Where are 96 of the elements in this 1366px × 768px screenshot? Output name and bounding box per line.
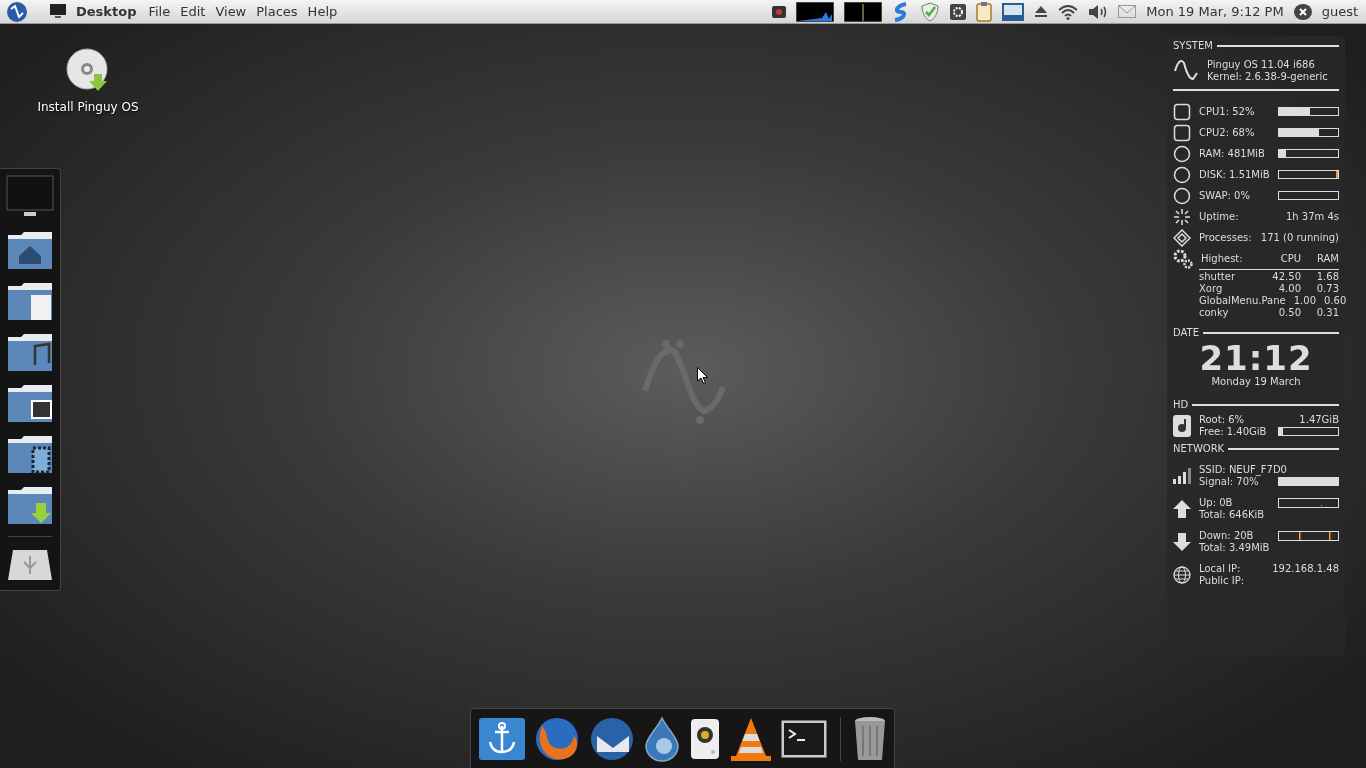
- process-name: conky: [1199, 307, 1230, 319]
- app-title: Desktop: [76, 4, 137, 19]
- monitor-icon: [50, 4, 66, 19]
- bird-envelope-icon[interactable]: [589, 715, 635, 762]
- table-cell-text: 0.50: [1277, 307, 1301, 319]
- clock[interactable]: Mon 19 Mar, 9:12 PM: [1146, 4, 1284, 19]
- pictures-folder-icon[interactable]: [7, 383, 53, 423]
- clipboard-icon[interactable]: [976, 1, 993, 22]
- signal-strength-icon: [1173, 467, 1191, 484]
- system-monitor-graph-icon[interactable]: [796, 1, 835, 22]
- monitor-icon[interactable]: [6, 175, 54, 219]
- process-name: GlobalMenu.Pane: [1199, 295, 1286, 307]
- ssid: SSID: NEUF_F7D0: [1199, 464, 1288, 475]
- stat-label: SWAP: 0%: [1199, 190, 1251, 201]
- window-icon[interactable]: [1002, 2, 1025, 21]
- desktop-icon-label[interactable]: Install Pinguy OS: [37, 100, 139, 114]
- trash-icon[interactable]: [854, 715, 886, 762]
- download-total: Total: 3.49MiB: [1199, 542, 1271, 553]
- menu-item[interactable]: Help: [307, 4, 338, 19]
- stat-label: Uptime:: [1199, 211, 1240, 222]
- anchor-icon[interactable]: [479, 717, 525, 760]
- stat-label: CPU2: 68%: [1199, 127, 1256, 138]
- terminal-icon[interactable]: [781, 719, 827, 758]
- date-text: Monday 19 March: [1211, 376, 1301, 387]
- menu-item[interactable]: Edit: [180, 4, 206, 19]
- stat-label: RAM: 481MiB: [1199, 148, 1266, 159]
- globe-icon: [1173, 565, 1191, 584]
- close-icon[interactable]: [1293, 3, 1312, 20]
- disk-usage-bar: [1278, 427, 1339, 436]
- eject-icon[interactable]: [1034, 4, 1049, 19]
- menu-item[interactable]: Places: [256, 4, 298, 19]
- videos-folder-icon[interactable]: [7, 434, 53, 474]
- table-cell: 1.00: [1293, 295, 1316, 307]
- download-speed: Down: 20B: [1199, 530, 1254, 541]
- home-folder-icon[interactable]: [7, 230, 53, 270]
- signal-strength: Signal: 70%: [1199, 476, 1259, 487]
- section-heading: DATE: [1173, 327, 1199, 338]
- disk-size: 1.47GiB: [1299, 414, 1339, 425]
- mouse-pointer-icon: [697, 367, 708, 384]
- stat-value: 1h 37m 4s: [1285, 211, 1339, 222]
- wifi-icon[interactable]: [1058, 3, 1079, 20]
- usage-bar: [1278, 170, 1339, 179]
- os-version: Pinguy OS 11.04 i686: [1207, 58, 1316, 70]
- stat-label: DISK: 1.51MiB: [1199, 169, 1270, 180]
- usage-bar: [1278, 149, 1339, 158]
- signal-bar: [1278, 477, 1339, 486]
- gears-icon: [1173, 248, 1193, 269]
- root-usage: Root: 6%: [1199, 414, 1245, 425]
- stat-label: Processes:: [1199, 232, 1253, 243]
- process-name: shutter: [1199, 271, 1236, 283]
- disc-download-icon[interactable]: [66, 48, 110, 92]
- table-header: CPU: [1279, 253, 1301, 264]
- menu-item[interactable]: File: [148, 4, 171, 19]
- app-menu-logo-icon[interactable]: [6, 0, 28, 23]
- table-header: Highest:: [1201, 253, 1244, 264]
- system-monitor-graph-icon[interactable]: [844, 1, 883, 22]
- clock-time: 21:12: [1199, 340, 1313, 376]
- table-cell-text: 0.31: [1315, 307, 1339, 319]
- menu-item[interactable]: View: [215, 4, 247, 19]
- table-cell-text: 1.68: [1315, 271, 1339, 283]
- up-arrow-icon: [1173, 499, 1191, 518]
- user-name[interactable]: guest: [1321, 4, 1358, 19]
- public-ip-label: Public IP:: [1199, 575, 1246, 586]
- usage-bar: [1278, 128, 1339, 137]
- settings-icon[interactable]: [950, 3, 967, 20]
- stat-label: CPU1: 52%: [1199, 106, 1256, 117]
- free-space: Free: 1.40GiB: [1199, 426, 1267, 437]
- documents-folder-icon[interactable]: [7, 281, 53, 321]
- section-heading: HD: [1173, 399, 1189, 410]
- local-ip-address: 192.168.1.48: [1272, 563, 1339, 574]
- upload-graph: [1278, 497, 1339, 508]
- section-heading: NETWORK: [1173, 443, 1225, 454]
- table-cell-text: 42.50: [1271, 271, 1301, 283]
- upload-speed: Up: 0B: [1199, 497, 1233, 508]
- uptime-icon: [1173, 207, 1191, 226]
- downloads-folder-icon[interactable]: [7, 485, 53, 525]
- table-header: RAM: [1316, 253, 1339, 264]
- water-drop-icon[interactable]: [644, 715, 680, 762]
- table-cell-text: 0.73: [1315, 283, 1339, 295]
- processes-icon: [1173, 228, 1191, 247]
- stat-value: 171 (0 running): [1260, 232, 1339, 243]
- speaker-icon[interactable]: [689, 716, 721, 761]
- usage-bar: [1278, 191, 1339, 200]
- volume-icon[interactable]: [1088, 3, 1109, 20]
- process-name: Xorg: [1199, 283, 1224, 295]
- upload-total: Total: 646KiB: [1199, 509, 1266, 520]
- local-ip-label: Local IP:: [1199, 563, 1241, 574]
- section-heading: SYSTEM: [1173, 40, 1213, 51]
- download-graph: [1278, 530, 1339, 541]
- down-arrow-icon: [1173, 532, 1191, 551]
- screenshot-indicator-icon[interactable]: [772, 5, 787, 18]
- kernel-version: Kernel: 2.6.38-9-generic: [1207, 70, 1328, 82]
- shield-check-icon[interactable]: [920, 1, 941, 22]
- table-cell: 0.60: [1324, 295, 1347, 307]
- table-cell-text: 4.00: [1277, 283, 1301, 295]
- usage-bar: [1278, 107, 1339, 116]
